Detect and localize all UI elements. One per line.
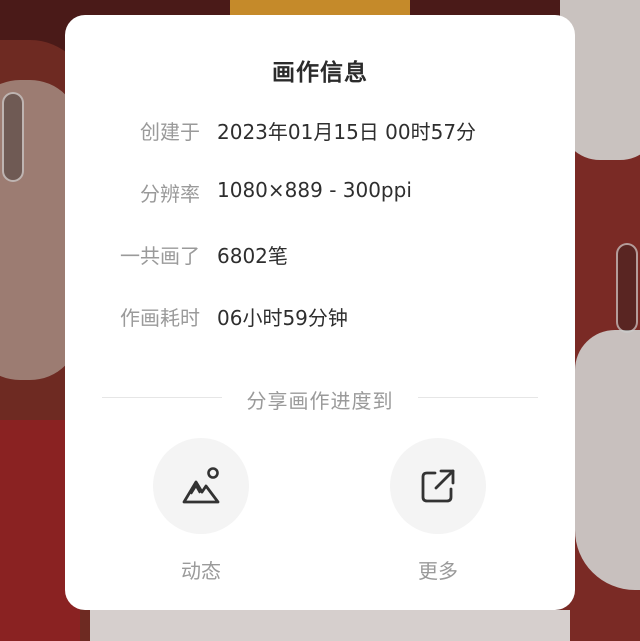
info-label: 作画耗时	[120, 306, 200, 330]
info-row-duration: 作画耗时 06小时59分钟	[65, 302, 575, 332]
artwork-top-detail	[230, 0, 410, 16]
info-row-strokes: 一共画了 6802笔	[65, 240, 575, 270]
external-share-icon	[421, 469, 455, 503]
mountain-image-icon	[182, 467, 220, 504]
info-value: 2023年01月15日 00时57分	[217, 120, 477, 144]
share-more-label[interactable]: 更多	[390, 555, 486, 584]
share-to-feed-button[interactable]	[153, 438, 249, 534]
info-value: 06小时59分钟	[217, 306, 348, 330]
artwork-bottom-detail	[90, 610, 570, 641]
info-label: 一共画了	[120, 244, 200, 268]
left-side-handle[interactable]	[2, 92, 24, 182]
share-to-feed-label[interactable]: 动态	[153, 555, 249, 584]
info-row-created: 创建于 2023年01月15日 00时57分	[65, 116, 575, 146]
info-label: 分辨率	[140, 182, 200, 206]
info-value: 6802笔	[217, 244, 288, 268]
dialog-title: 画作信息	[272, 60, 368, 86]
share-heading-text: 分享画作进度到	[246, 389, 394, 413]
info-label: 创建于	[140, 120, 200, 144]
info-value: 1080×889 - 300ppi	[217, 178, 412, 202]
share-heading: 分享画作进度到	[65, 385, 575, 413]
artwork-right-hand	[575, 330, 640, 590]
share-more-button[interactable]	[390, 438, 486, 534]
info-row-resolution: 分辨率 1080×889 - 300ppi	[65, 178, 575, 208]
right-side-handle[interactable]	[616, 243, 638, 333]
artwork-info-dialog: 画作信息 创建于 2023年01月15日 00时57分 分辨率 1080×889…	[65, 15, 575, 610]
